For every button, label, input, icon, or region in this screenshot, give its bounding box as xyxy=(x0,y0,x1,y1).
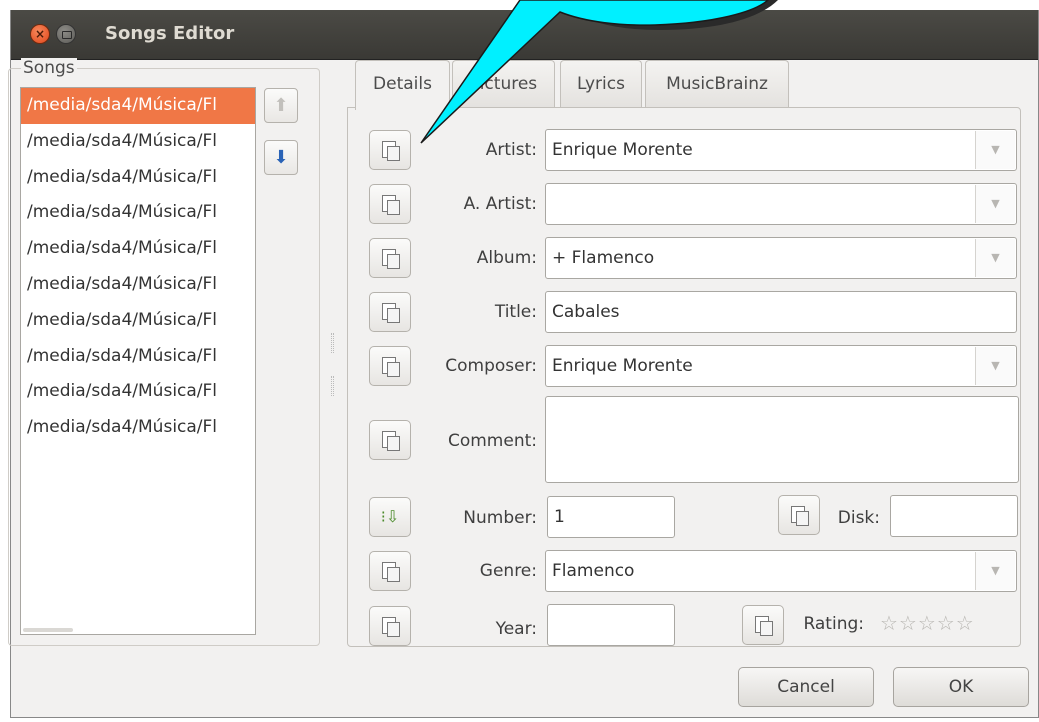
window-title: Songs Editor xyxy=(105,23,235,44)
song-item[interactable]: /media/sda4/Música/Fl xyxy=(21,160,255,196)
rating-stars[interactable]: ☆☆☆☆☆ xyxy=(880,611,975,635)
songs-label: Songs xyxy=(21,58,77,78)
genre-combo[interactable]: Flamenco ▼ xyxy=(545,550,1017,592)
chevron-down-icon[interactable]: ▼ xyxy=(975,552,1015,590)
chevron-down-icon[interactable]: ▼ xyxy=(975,185,1015,223)
copy-icon xyxy=(382,431,400,451)
pane-resize-handle[interactable] xyxy=(331,333,334,353)
close-window-icon[interactable]: × xyxy=(30,24,50,44)
comment-label: Comment: xyxy=(447,431,537,451)
year-label: Year: xyxy=(495,619,537,639)
copy-icon xyxy=(382,357,400,377)
album-label: Album: xyxy=(476,248,537,268)
title-input[interactable]: Cabales xyxy=(545,291,1017,333)
song-item[interactable]: /media/sda4/Música/Fl xyxy=(21,88,255,124)
chevron-down-icon[interactable]: ▼ xyxy=(975,239,1015,277)
chevron-down-icon[interactable]: ▼ xyxy=(975,131,1015,169)
song-item[interactable]: /media/sda4/Música/Fl xyxy=(21,231,255,267)
move-down-button[interactable]: ⬇ xyxy=(264,140,298,175)
year-input[interactable] xyxy=(547,604,675,646)
album-value: + Flamenco xyxy=(552,248,655,268)
tab-details[interactable]: Details xyxy=(355,60,450,110)
cancel-button[interactable]: Cancel xyxy=(738,667,874,707)
artist-label: Artist: xyxy=(485,140,537,160)
arrow-up-icon: ⬆ xyxy=(273,95,289,116)
tab-pictures[interactable]: Pictures xyxy=(452,60,555,107)
arrow-down-icon: ⬇ xyxy=(273,147,289,168)
disk-label: Disk: xyxy=(837,508,880,528)
horizontal-scrollbar[interactable] xyxy=(23,628,73,632)
copy-disk-button[interactable] xyxy=(778,495,820,535)
copy-icon xyxy=(382,141,400,161)
song-item[interactable]: /media/sda4/Música/Fl xyxy=(21,339,255,375)
copy-icon xyxy=(382,562,400,582)
song-item[interactable]: /media/sda4/Música/Fl xyxy=(21,303,255,339)
song-item[interactable]: /media/sda4/Música/Fl xyxy=(21,374,255,410)
copy-icon xyxy=(382,303,400,323)
genre-label: Genre: xyxy=(479,561,537,581)
copy-icon xyxy=(755,616,773,636)
copy-icon xyxy=(791,506,809,526)
copy-rating-button[interactable] xyxy=(742,605,784,645)
ok-button[interactable]: OK xyxy=(893,667,1029,707)
composer-label: Composer: xyxy=(445,356,537,376)
composer-combo[interactable]: Enrique Morente ▼ xyxy=(545,345,1017,387)
song-item[interactable]: /media/sda4/Música/Fl xyxy=(21,410,255,446)
composer-value: Enrique Morente xyxy=(552,356,693,376)
songs-list[interactable]: /media/sda4/Música/Fl /media/sda4/Música… xyxy=(20,87,256,635)
title-label: Title: xyxy=(494,302,537,322)
disk-input[interactable] xyxy=(890,495,1018,537)
copy-icon xyxy=(382,617,400,637)
pane-resize-handle[interactable] xyxy=(331,376,334,396)
number-label: Number: xyxy=(463,508,537,528)
rating-label: Rating: xyxy=(803,614,864,634)
album-artist-combo[interactable]: ▼ xyxy=(545,183,1017,225)
chevron-down-icon[interactable]: ▼ xyxy=(975,347,1015,385)
artist-combo[interactable]: Enrique Morente ▼ xyxy=(545,129,1017,171)
song-item[interactable]: /media/sda4/Música/Fl xyxy=(21,124,255,160)
album-artist-label: A. Artist: xyxy=(463,194,537,214)
copy-icon xyxy=(382,249,400,269)
comment-textarea[interactable] xyxy=(545,396,1019,483)
title-bar: × Songs Editor xyxy=(11,10,1038,60)
tab-lyrics[interactable]: Lyrics xyxy=(560,60,642,107)
number-input[interactable]: 1 xyxy=(547,496,675,538)
copy-icon xyxy=(382,195,400,215)
tab-musicbrainz[interactable]: MusicBrainz xyxy=(645,60,789,107)
song-item[interactable]: /media/sda4/Música/Fl xyxy=(21,195,255,231)
song-item[interactable]: /media/sda4/Música/Fl xyxy=(21,267,255,303)
minimize-window-icon[interactable] xyxy=(56,24,76,44)
move-up-button[interactable]: ⬆ xyxy=(264,88,298,123)
genre-value: Flamenco xyxy=(552,561,635,581)
artist-value: Enrique Morente xyxy=(552,140,693,160)
album-combo[interactable]: + Flamenco ▼ xyxy=(545,237,1017,279)
